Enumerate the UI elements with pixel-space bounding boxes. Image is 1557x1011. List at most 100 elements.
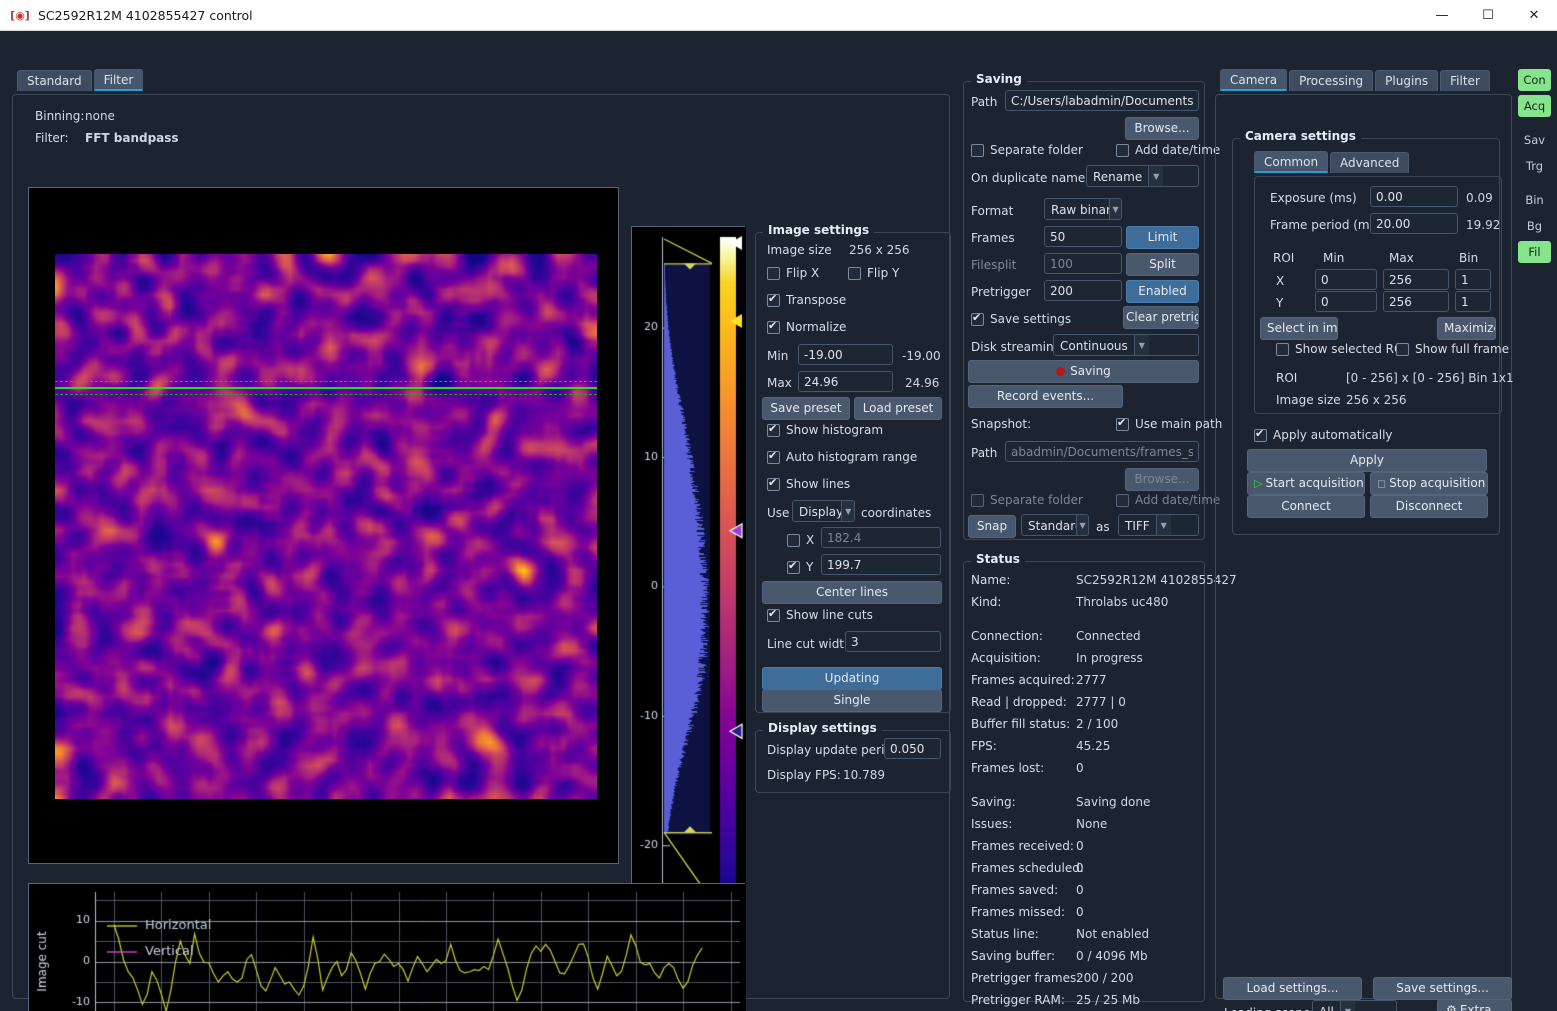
snapshot-path-input[interactable]: [1005, 441, 1199, 462]
format-value: Raw binary: [1051, 203, 1109, 217]
show-full-frame-box: [1396, 342, 1409, 356]
tab-camera[interactable]: Camera: [1220, 69, 1288, 91]
clear-pretrigger-button[interactable]: Clear pretrigger: [1123, 306, 1199, 329]
flip-x-checkbox[interactable]: Flip X: [767, 266, 819, 280]
roi-y-min-input[interactable]: [1315, 291, 1377, 312]
snapshot-separate-folder-checkbox[interactable]: Separate folder: [971, 493, 1083, 507]
snap-format-combo[interactable]: TIFF ▼: [1118, 514, 1199, 536]
tab-filter[interactable]: Filter: [93, 69, 144, 91]
roi-y-bin-input[interactable]: [1455, 291, 1491, 312]
y-line-input[interactable]: [821, 554, 941, 575]
cut-line-horizontal[interactable]: [55, 387, 597, 389]
status-row-label: Name:: [971, 573, 1011, 587]
pretrigger-input[interactable]: [1044, 280, 1122, 301]
line-cut-canvas[interactable]: [29, 884, 746, 1011]
frames-input[interactable]: [1044, 226, 1122, 247]
saving-add-datetime-checkbox[interactable]: Add date/time: [1116, 143, 1220, 157]
image-display[interactable]: [28, 187, 619, 864]
rail-button-fil[interactable]: Fil: [1518, 241, 1551, 263]
on-duplicate-combo[interactable]: Rename ▼: [1086, 165, 1199, 187]
select-in-image-button[interactable]: Select in image: [1260, 317, 1338, 340]
disconnect-button[interactable]: Disconnect: [1370, 495, 1488, 518]
coords-mode-combo[interactable]: Display ▼: [792, 500, 855, 522]
single-button[interactable]: Single: [762, 689, 942, 712]
rail-button-con[interactable]: Con: [1518, 69, 1551, 91]
load-preset-button[interactable]: Load preset: [854, 397, 942, 420]
snapshot-browse-button[interactable]: Browse...: [1125, 468, 1199, 491]
saving-status-button[interactable]: Saving: [968, 360, 1199, 383]
show-full-frame-checkbox[interactable]: Show full frame: [1396, 342, 1509, 356]
saving-path-input[interactable]: [1005, 90, 1199, 111]
show-histogram-checkbox[interactable]: Show histogram: [767, 422, 883, 437]
max-input[interactable]: [798, 371, 893, 392]
save-settings-checkbox[interactable]: Save settings: [971, 311, 1071, 326]
x-line-checkbox[interactable]: X: [787, 533, 814, 547]
tab-processing[interactable]: Processing: [1289, 70, 1374, 91]
normalize-checkbox[interactable]: Normalize: [767, 319, 846, 334]
transpose-checkbox[interactable]: Transpose: [767, 292, 846, 307]
frame-period-input[interactable]: [1370, 213, 1458, 234]
apply-button[interactable]: Apply: [1247, 449, 1487, 472]
subtab-common[interactable]: Common: [1254, 151, 1329, 173]
minimize-button[interactable]: —: [1419, 0, 1465, 31]
exposure-input[interactable]: [1370, 186, 1458, 207]
auto-histogram-range-checkbox[interactable]: Auto histogram range: [767, 449, 917, 464]
rail-button-trg[interactable]: Trg: [1518, 155, 1551, 177]
rail-button-bin[interactable]: Bin: [1518, 189, 1551, 211]
display-update-period-input[interactable]: [884, 738, 941, 759]
filesplit-input[interactable]: [1044, 253, 1122, 274]
start-acquisition-button[interactable]: ▷ Start acquisition: [1247, 472, 1365, 495]
rail-button-sav[interactable]: Sav: [1518, 129, 1551, 151]
use-main-path-checkbox[interactable]: Use main path: [1116, 416, 1222, 431]
histogram-panel[interactable]: [631, 226, 746, 907]
roi-x-max-input[interactable]: [1383, 269, 1449, 290]
limit-button[interactable]: Limit: [1126, 226, 1199, 249]
updating-button[interactable]: Updating: [762, 667, 942, 690]
line-cut-plot[interactable]: [28, 883, 746, 1011]
pretrigger-enabled-button[interactable]: Enabled: [1126, 280, 1199, 303]
rail-button-acq[interactable]: Acq: [1518, 95, 1551, 117]
show-lines-checkbox[interactable]: Show lines: [767, 476, 850, 491]
show-line-cuts-checkbox[interactable]: Show line cuts: [767, 607, 873, 622]
maximize-roi-button[interactable]: Maximize: [1437, 317, 1496, 340]
image-frame[interactable]: [55, 254, 597, 799]
roi-x-bin-input[interactable]: [1455, 269, 1491, 290]
min-input[interactable]: [798, 344, 893, 365]
saving-browse-button[interactable]: Browse...: [1125, 117, 1199, 140]
close-button[interactable]: ✕: [1511, 0, 1557, 31]
gear-icon: ⚙: [1446, 1003, 1457, 1011]
load-settings-button[interactable]: Load settings...: [1223, 977, 1362, 1000]
normalize-box: [767, 319, 780, 334]
record-events-button[interactable]: Record events...: [968, 385, 1123, 408]
stop-acquisition-button[interactable]: ◻ Stop acquisition: [1370, 472, 1488, 495]
tab-filter-right[interactable]: Filter: [1440, 70, 1490, 91]
x-line-input[interactable]: [821, 527, 941, 548]
tab-plugins[interactable]: Plugins: [1375, 70, 1439, 91]
apply-automatically-checkbox[interactable]: Apply automatically: [1254, 427, 1393, 442]
save-settings-button[interactable]: Save settings...: [1373, 977, 1512, 1000]
status-row: Saving buffer: 0 / 4096 Mb: [971, 946, 1199, 968]
save-preset-button[interactable]: Save preset: [762, 397, 850, 420]
show-selected-roi-checkbox[interactable]: Show selected ROI: [1276, 342, 1407, 356]
snap-button[interactable]: Snap: [968, 515, 1016, 538]
format-combo[interactable]: Raw binary ▼: [1044, 198, 1122, 220]
subtab-advanced[interactable]: Advanced: [1330, 152, 1410, 173]
histogram-canvas[interactable]: [632, 227, 746, 907]
connect-button[interactable]: Connect: [1247, 495, 1365, 518]
line-cut-width-input[interactable]: [845, 631, 941, 652]
tab-standard[interactable]: Standard: [17, 70, 92, 91]
snapshot-add-datetime-checkbox[interactable]: Add date/time: [1116, 493, 1220, 507]
saving-separate-folder-checkbox[interactable]: Separate folder: [971, 143, 1083, 157]
disk-streaming-combo[interactable]: Continuous ▼: [1053, 334, 1199, 356]
y-line-checkbox[interactable]: Y: [787, 559, 813, 574]
snap-mode-combo[interactable]: Standard ▼: [1021, 514, 1089, 536]
rail-button-bg[interactable]: Bg: [1518, 215, 1551, 237]
roi-y-max-input[interactable]: [1383, 291, 1449, 312]
split-button[interactable]: Split: [1126, 253, 1199, 276]
maximize-button[interactable]: ☐: [1465, 0, 1511, 31]
loading-scope-combo[interactable]: All ▼: [1312, 1000, 1397, 1011]
flip-y-checkbox[interactable]: Flip Y: [848, 266, 899, 280]
center-lines-button[interactable]: Center lines: [762, 581, 942, 604]
roi-x-min-input[interactable]: [1315, 269, 1377, 290]
extra-button[interactable]: ⚙ Extra...: [1437, 999, 1512, 1011]
